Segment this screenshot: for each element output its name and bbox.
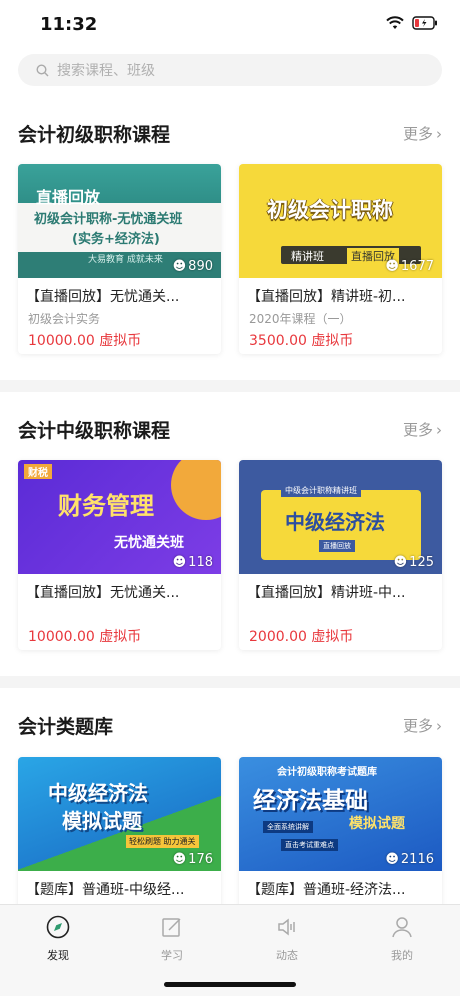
divider bbox=[0, 380, 460, 392]
people-icon: ☻ bbox=[385, 852, 399, 867]
search-icon bbox=[36, 63, 49, 76]
course-title: 【直播回放】无忧通关... bbox=[26, 289, 180, 305]
course-title: 【题库】普通班-经济法... bbox=[247, 882, 406, 898]
more-link[interactable]: 更多 › bbox=[403, 715, 442, 736]
course-thumbnail: 财税 财务管理 无忧通关班 ☻ 118 bbox=[18, 460, 221, 574]
course-thumbnail: 中级经济法 模拟试题 轻松刷题 助力通关 ☻ 176 bbox=[18, 757, 221, 871]
people-icon: ☻ bbox=[172, 852, 187, 867]
tab-discover[interactable]: 发现 bbox=[23, 915, 93, 963]
course-title: 【题库】普通班-中级经... bbox=[26, 882, 185, 898]
course-subtitle: 初级会计实务 bbox=[28, 312, 101, 326]
course-card[interactable]: 直播回放 初级会计职称-无忧通关班 (实务+经济法) 大易教育 成就未来 ☻ 89… bbox=[18, 164, 221, 354]
course-price: 10000.00 虚拟币 bbox=[28, 333, 142, 349]
people-icon: ☻ bbox=[172, 555, 187, 570]
section-title: 会计初级职称课程 bbox=[18, 124, 171, 146]
person-icon bbox=[392, 917, 412, 938]
speaker-icon bbox=[278, 918, 295, 936]
divider bbox=[0, 676, 460, 688]
edit-icon bbox=[162, 918, 181, 937]
chevron-right-icon: › bbox=[436, 420, 442, 439]
course-thumbnail: 会计初级职称考试题库 经济法基础 模拟试题 全面系统讲解 直击考试重难点 ☻ 21… bbox=[239, 757, 442, 871]
course-thumbnail: 初级会计职称 精讲班 直播回放 ☻ 1677 bbox=[239, 164, 442, 278]
course-price: 2000.00 虚拟币 bbox=[249, 629, 354, 645]
people-icon: ☻ bbox=[385, 259, 399, 274]
section-title: 会计类题库 bbox=[18, 716, 114, 738]
tab-activity[interactable]: 动态 bbox=[252, 915, 322, 963]
course-card[interactable]: 初级会计职称 精讲班 直播回放 ☻ 1677 【直播回放】精讲班-初... 202… bbox=[239, 164, 442, 354]
section-title: 会计中级职称课程 bbox=[18, 420, 171, 442]
course-thumbnail: 直播回放 初级会计职称-无忧通关班 (实务+经济法) 大易教育 成就未来 ☻ 89… bbox=[18, 164, 221, 278]
compass-icon bbox=[46, 915, 70, 939]
status-bar: 11:32 bbox=[0, 0, 460, 50]
course-card[interactable]: 财税 财务管理 无忧通关班 ☻ 118 【直播回放】无忧通关... 10000.0… bbox=[18, 460, 221, 650]
tab-study[interactable]: 学习 bbox=[137, 915, 207, 963]
people-icon: ☻ bbox=[172, 259, 187, 274]
course-price: 10000.00 虚拟币 bbox=[28, 629, 142, 645]
search-placeholder: 搜索课程、班级 bbox=[57, 63, 155, 79]
wifi-icon bbox=[386, 16, 404, 29]
course-title: 【直播回放】精讲班-中... bbox=[247, 585, 406, 601]
home-indicator bbox=[164, 982, 296, 987]
chevron-right-icon: › bbox=[436, 124, 442, 143]
battery-icon bbox=[412, 16, 437, 30]
course-price: 3500.00 虚拟币 bbox=[249, 333, 354, 349]
tab-profile[interactable]: 我的 bbox=[367, 915, 437, 963]
course-subtitle: 2020年课程（一） bbox=[249, 312, 352, 326]
course-card[interactable]: 中级会计职称精讲班 中级经济法 直播回放 ☻ 125 【直播回放】精讲班-中...… bbox=[239, 460, 442, 650]
chevron-right-icon: › bbox=[436, 716, 442, 735]
people-icon: ☻ bbox=[393, 555, 408, 570]
more-link[interactable]: 更多 › bbox=[403, 419, 442, 440]
search-bar[interactable]: 搜索课程、班级 bbox=[18, 54, 442, 86]
course-title: 【直播回放】精讲班-初... bbox=[247, 289, 406, 305]
status-time: 11:32 bbox=[40, 14, 98, 35]
more-link[interactable]: 更多 › bbox=[403, 123, 442, 144]
course-thumbnail: 中级会计职称精讲班 中级经济法 直播回放 ☻ 125 bbox=[239, 460, 442, 574]
course-title: 【直播回放】无忧通关... bbox=[26, 585, 180, 601]
